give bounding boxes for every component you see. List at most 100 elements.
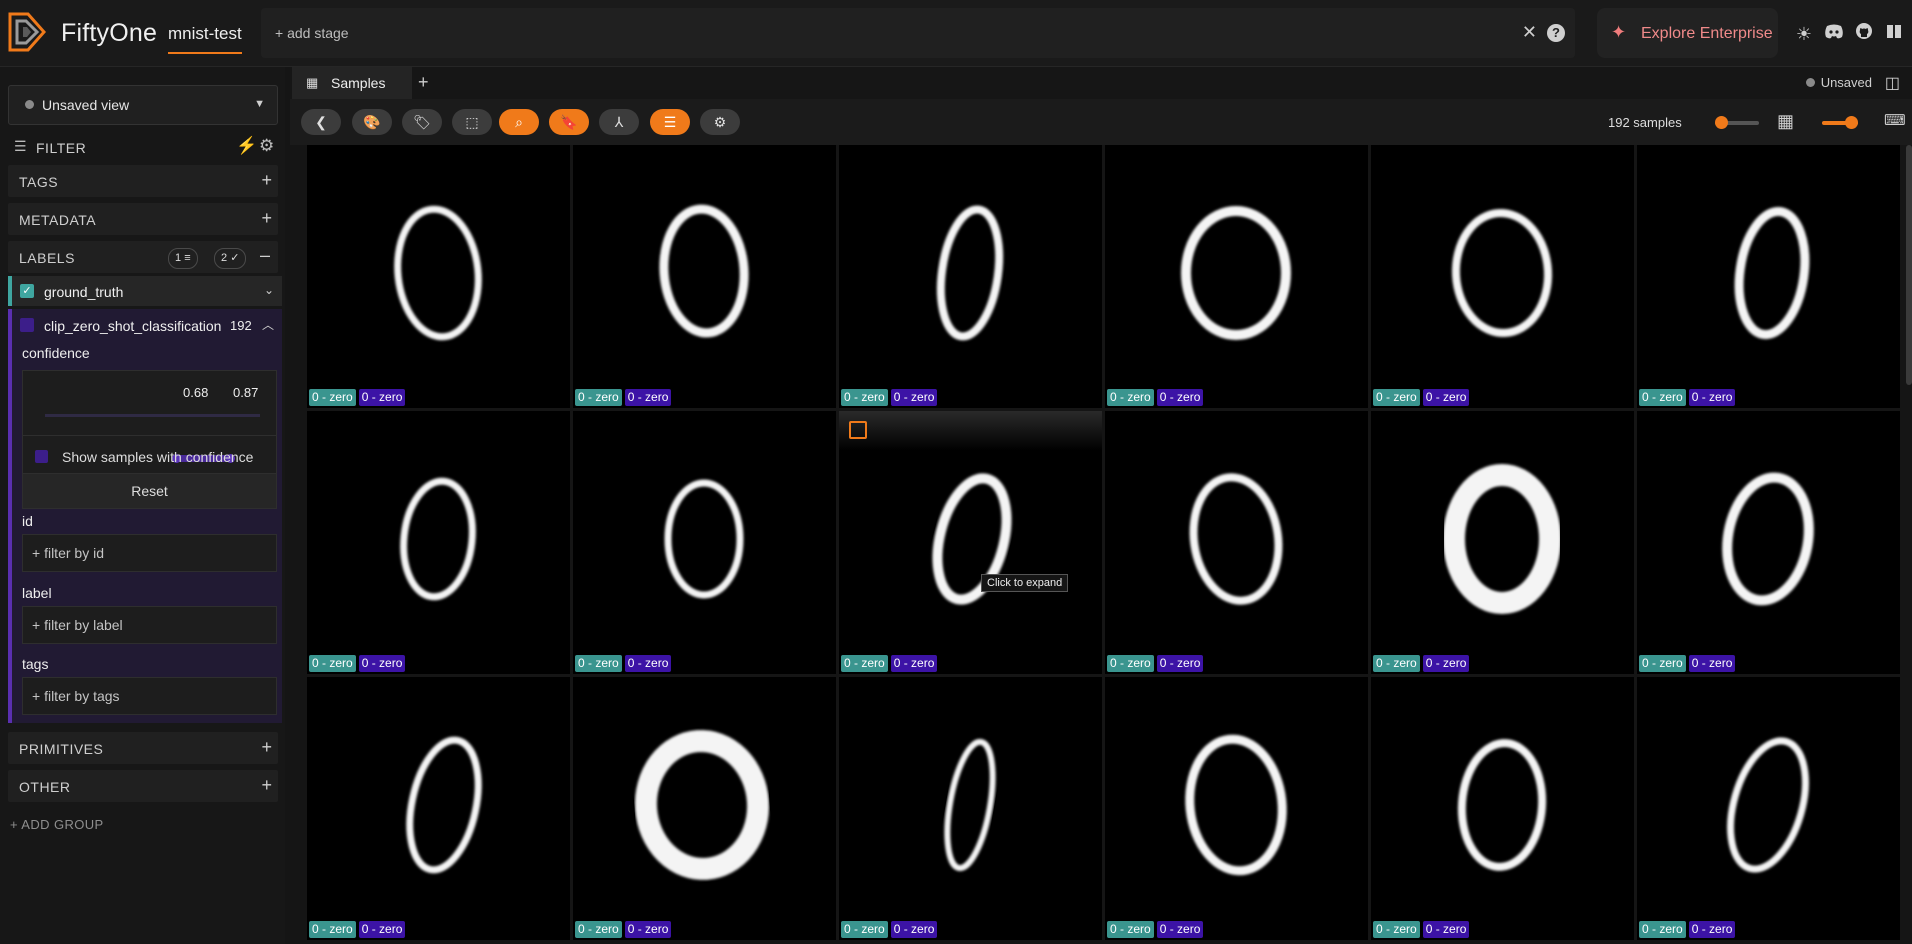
tags-group[interactable]: TAGS + [8, 165, 278, 197]
add-group-button[interactable]: + ADD GROUP [10, 817, 104, 832]
explore-enterprise-button[interactable]: ✦ Explore Enterprise [1597, 8, 1778, 58]
tags-filter-field[interactable] [22, 677, 277, 715]
github-icon[interactable] [1853, 22, 1875, 44]
gear-icon[interactable]: ⚙ [259, 136, 274, 156]
chevron-down-icon[interactable]: ⌄ [264, 283, 274, 297]
grid-layout-icon[interactable]: ▦ [1777, 111, 1794, 132]
browse-operations-button[interactable]: ☰ [650, 109, 690, 135]
lightning-icon[interactable]: ⚡ [236, 136, 257, 156]
show-samples-checkbox[interactable] [35, 450, 48, 463]
tag-button[interactable]: 🏷 [402, 109, 442, 135]
confidence-max-value: 0.87 [233, 385, 259, 400]
close-icon[interactable]: ✕ [1522, 22, 1537, 43]
digit-image [664, 479, 744, 599]
sample-tile[interactable]: 0 - zero 0 - zero [573, 145, 836, 408]
status-dot-icon [1805, 78, 1815, 87]
clip-field-header[interactable]: clip_zero_shot_classification 192 ︿ [12, 309, 282, 341]
tab-bar: ▦ Samples + Unsaved ◫ [290, 67, 1912, 99]
sample-tile[interactable]: 0 - zero 0 - zero [1637, 145, 1900, 408]
sample-tile[interactable]: 0 - zero 0 - zero [1105, 677, 1368, 940]
add-stage-input[interactable]: + add stage [275, 25, 349, 41]
sample-tile[interactable]: 0 - zero 0 - zero [1371, 677, 1634, 940]
view-stage-bar[interactable]: + add stage ✕ ? [261, 8, 1575, 58]
ground-truth-checkbox[interactable]: ✓ [20, 284, 34, 298]
patches-button[interactable]: ⬚ [452, 109, 492, 135]
split-panel-icon[interactable]: ◫ [1885, 73, 1900, 93]
back-button[interactable]: ❮ [301, 109, 341, 135]
digit-image [1457, 739, 1547, 871]
clip-prediction-badge: 0 - zero [1688, 655, 1736, 672]
tab-samples[interactable]: ▦ Samples [292, 67, 412, 99]
theme-sun-icon[interactable]: ☀ [1793, 23, 1815, 45]
primitives-group[interactable]: PRIMITIVES + [8, 732, 278, 764]
active-filters-badge[interactable]: 1 ≡ [168, 248, 198, 269]
visible-fields-count: 2 [221, 252, 228, 264]
ground-truth-badge: 0 - zero [1639, 389, 1686, 406]
clip-field-checkbox[interactable] [20, 318, 34, 332]
select-checkbox[interactable] [849, 421, 867, 439]
sample-tile[interactable]: 0 - zero 0 - zero Click to expand [839, 411, 1102, 674]
sample-tile[interactable]: 0 - zero 0 - zero [839, 677, 1102, 940]
other-group-label: OTHER [19, 779, 71, 795]
ground-truth-badge: 0 - zero [309, 921, 356, 938]
media-slider-handle[interactable] [1715, 116, 1728, 129]
view-selector[interactable]: Unsaved view ▼ [8, 85, 278, 125]
plus-icon[interactable]: + [261, 208, 272, 229]
plus-icon[interactable]: + [261, 170, 272, 191]
sample-tile[interactable]: 0 - zero 0 - zero [1371, 411, 1634, 674]
ground-truth-field[interactable]: ✓ ground_truth ⌄ [8, 276, 282, 306]
color-palette-button[interactable]: 🎨 [352, 109, 392, 135]
plus-icon[interactable]: + [261, 737, 272, 758]
tag-icon: 🏷 [413, 114, 431, 130]
confidence-slider-track[interactable] [45, 414, 260, 463]
sort-by-similarity-button[interactable]: ⅄ [599, 109, 639, 135]
ground-truth-badge: 0 - zero [575, 921, 622, 938]
explore-enterprise-label: Explore Enterprise [1641, 25, 1773, 42]
metadata-group[interactable]: METADATA + [8, 203, 278, 235]
tags-filter-input[interactable] [23, 678, 276, 714]
scrollbar[interactable] [1906, 145, 1912, 385]
id-filter-field[interactable] [22, 534, 277, 572]
plus-icon[interactable]: + [261, 775, 272, 796]
other-group[interactable]: OTHER + [8, 770, 278, 802]
labels-group-label: LABELS [19, 250, 75, 266]
sample-count: 192 samples [1608, 115, 1682, 130]
label-badges: 0 - zero 0 - zero [841, 654, 940, 672]
docs-icon[interactable] [1883, 22, 1905, 44]
sample-tile[interactable]: 0 - zero 0 - zero [307, 677, 570, 940]
sample-tile[interactable]: 0 - zero 0 - zero [573, 411, 836, 674]
label-filter-input[interactable] [23, 607, 276, 643]
sample-tile[interactable]: 0 - zero 0 - zero [1105, 411, 1368, 674]
sample-tile[interactable]: 0 - zero 0 - zero [307, 145, 570, 408]
settings-button[interactable]: ⚙ [700, 109, 740, 135]
minus-icon[interactable]: – [260, 245, 270, 266]
keyboard-icon[interactable]: ⌨ [1884, 111, 1906, 129]
sample-tile[interactable]: 0 - zero 0 - zero [839, 145, 1102, 408]
sample-tile[interactable]: 0 - zero 0 - zero [307, 411, 570, 674]
label-badges: 0 - zero 0 - zero [841, 388, 940, 406]
active-filters-count: 1 [175, 252, 182, 264]
clip-prediction-badge: 0 - zero [1156, 389, 1204, 406]
filter-lines-icon: ☰ [14, 138, 27, 154]
discord-icon[interactable] [1823, 23, 1845, 45]
top-icons: ☀ [1793, 22, 1909, 44]
reset-button[interactable]: Reset [23, 473, 276, 508]
visible-fields-badge[interactable]: 2 ✓ [214, 248, 247, 269]
sample-tile[interactable]: 0 - zero 0 - zero [1637, 677, 1900, 940]
sample-tile[interactable]: 0 - zero 0 - zero [573, 677, 836, 940]
labels-group[interactable]: LABELS 1 ≡ 2 ✓ – [8, 241, 278, 273]
similarity-search-button[interactable]: ⌕ [499, 109, 539, 135]
chevron-up-icon[interactable]: ︿ [262, 316, 274, 333]
sample-tile[interactable]: 0 - zero 0 - zero [1105, 145, 1368, 408]
saved-views-button[interactable]: 🔖 [549, 109, 589, 135]
id-filter-input[interactable] [23, 535, 276, 571]
sample-grid: 0 - zero 0 - zero 0 - zero 0 - zero 0 - zero… [307, 145, 1912, 944]
fiftyone-logo-icon[interactable] [6, 10, 48, 54]
add-panel-icon[interactable]: + [418, 72, 429, 93]
help-icon[interactable]: ? [1547, 24, 1565, 42]
zoom-slider-handle[interactable] [1845, 116, 1858, 129]
dataset-selector[interactable]: mnist-test [168, 24, 242, 54]
sample-tile[interactable]: 0 - zero 0 - zero [1371, 145, 1634, 408]
sample-tile[interactable]: 0 - zero 0 - zero [1637, 411, 1900, 674]
label-filter-field[interactable] [22, 606, 277, 644]
